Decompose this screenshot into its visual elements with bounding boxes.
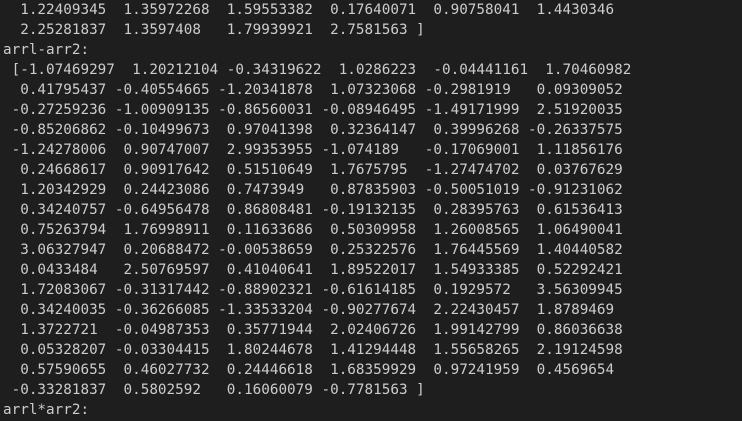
output-line: 2.25281837 1.3597408 1.79939921 2.758156… (3, 22, 425, 38)
output-line: -0.33281837 0.5802592 0.16060079 -0.7781… (3, 382, 425, 398)
output-line: 0.34240757 -0.64956478 0.86808481 -0.191… (3, 202, 623, 218)
output-line: -0.85206862 -0.10499673 0.97041398 0.323… (3, 122, 623, 138)
output-label: arrl-arr2: (3, 42, 90, 58)
output-line: 1.3722721 -0.04987353 0.35771944 2.02406… (3, 322, 623, 338)
output-line: 0.05328207 -0.03304415 1.80244678 1.4129… (3, 342, 623, 358)
output-line: [-1.07469297 1.20212104 -0.34319622 1.02… (3, 62, 632, 78)
output-line: -1.24278006 0.90747007 2.99353955 -1.074… (3, 142, 623, 158)
output-lines: 1.22409345 1.35972268 1.59553382 0.17640… (3, 0, 631, 420)
output-line: 0.57590655 0.46027732 0.24446618 1.68359… (3, 362, 615, 378)
output-line: 0.34240035 -0.36266085 -1.33533204 -0.90… (3, 302, 615, 318)
output-line: 0.75263794 1.76998911 0.11633686 0.50309… (3, 222, 623, 238)
output-line: -0.27259236 -1.00909135 -0.86560031 -0.0… (3, 102, 623, 118)
output-line: 1.22409345 1.35972268 1.59553382 0.17640… (3, 2, 615, 18)
output-line: 1.72083067 -0.31317442 -0.88902321 -0.61… (3, 282, 623, 298)
output-line: 3.06327947 0.20688472 -0.00538659 0.2532… (3, 242, 623, 258)
output-label: arrl*arr2: (3, 402, 90, 418)
output-line: 0.24668617 0.90917642 0.51510649 1.76757… (3, 162, 623, 178)
output-line: 1.20342929 0.24423086 0.7473949 0.878359… (3, 182, 623, 198)
output-line: 0.0433484 2.50769597 0.41040641 1.895220… (3, 262, 623, 278)
terminal-output: 1.22409345 1.35972268 1.59553382 0.17640… (0, 0, 742, 421)
output-line: 0.41795437 -0.40554665 -1.20341878 1.073… (3, 82, 623, 98)
